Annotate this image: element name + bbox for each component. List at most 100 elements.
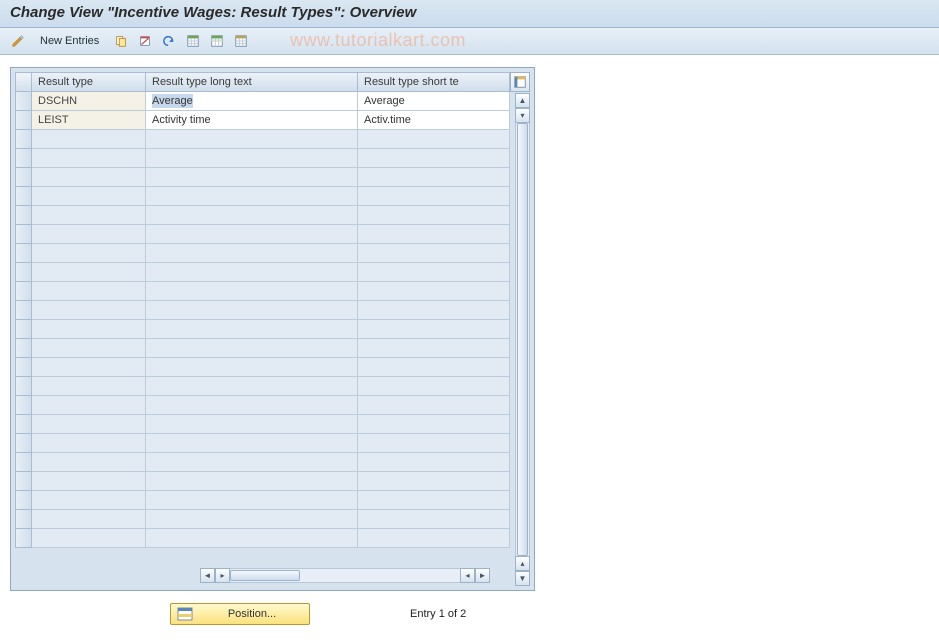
undo-icon[interactable]	[159, 31, 179, 51]
cell-empty[interactable]	[146, 320, 358, 339]
cell-empty[interactable]	[358, 187, 510, 206]
hscroll-thumb[interactable]	[230, 570, 300, 581]
vscroll-up-icon[interactable]: ▲	[515, 93, 530, 108]
row-selector[interactable]	[15, 415, 32, 434]
row-selector[interactable]	[15, 472, 32, 491]
cell-empty[interactable]	[358, 491, 510, 510]
select-block-icon[interactable]	[207, 31, 227, 51]
row-selector-header[interactable]	[15, 72, 32, 92]
column-header-short-text[interactable]: Result type short te	[358, 72, 510, 92]
column-header-result-type[interactable]: Result type	[32, 72, 146, 92]
cell-empty[interactable]	[146, 168, 358, 187]
cell-empty[interactable]	[146, 377, 358, 396]
row-selector[interactable]	[15, 206, 32, 225]
cell-empty[interactable]	[358, 225, 510, 244]
cell-long[interactable]: Activity time	[146, 111, 358, 130]
cell-empty[interactable]	[358, 377, 510, 396]
select-all-icon[interactable]	[183, 31, 203, 51]
cell-empty[interactable]	[146, 282, 358, 301]
cell-empty[interactable]	[146, 510, 358, 529]
cell-empty[interactable]	[358, 168, 510, 187]
deselect-all-icon[interactable]	[231, 31, 251, 51]
new-entries-button[interactable]: New Entries	[32, 31, 107, 51]
cell-empty[interactable]	[32, 244, 146, 263]
row-selector[interactable]	[15, 529, 32, 548]
cell-empty[interactable]	[146, 187, 358, 206]
row-selector[interactable]	[15, 92, 32, 111]
vscroll-pgup-icon[interactable]: ▾	[515, 108, 530, 123]
row-selector[interactable]	[15, 149, 32, 168]
cell-empty[interactable]	[32, 377, 146, 396]
cell-empty[interactable]	[32, 472, 146, 491]
cell-empty[interactable]	[32, 320, 146, 339]
hscroll-page-right-icon[interactable]: ◂	[460, 568, 475, 583]
delete-icon[interactable]	[135, 31, 155, 51]
cell-empty[interactable]	[32, 434, 146, 453]
hscroll-track[interactable]	[230, 568, 460, 583]
row-selector[interactable]	[15, 263, 32, 282]
cell-empty[interactable]	[358, 149, 510, 168]
column-header-long-text[interactable]: Result type long text	[146, 72, 358, 92]
row-selector[interactable]	[15, 111, 32, 130]
cell-empty[interactable]	[146, 206, 358, 225]
row-selector[interactable]	[15, 434, 32, 453]
cell-empty[interactable]	[146, 263, 358, 282]
cell-empty[interactable]	[32, 396, 146, 415]
cell-empty[interactable]	[32, 301, 146, 320]
copy-as-icon[interactable]	[111, 31, 131, 51]
cell-empty[interactable]	[358, 396, 510, 415]
row-selector[interactable]	[15, 339, 32, 358]
cell-empty[interactable]	[358, 206, 510, 225]
cell-empty[interactable]	[146, 453, 358, 472]
vscroll-pgdn-icon[interactable]: ▴	[515, 556, 530, 571]
cell-empty[interactable]	[32, 510, 146, 529]
row-selector[interactable]	[15, 358, 32, 377]
cell-empty[interactable]	[358, 339, 510, 358]
table-settings-button[interactable]	[510, 72, 530, 92]
cell-long[interactable]: Average	[146, 92, 358, 111]
cell-empty[interactable]	[358, 358, 510, 377]
hscroll-page-left-icon[interactable]: ▸	[215, 568, 230, 583]
vscroll-track[interactable]	[515, 123, 530, 556]
cell-empty[interactable]	[32, 225, 146, 244]
row-selector[interactable]	[15, 491, 32, 510]
cell-empty[interactable]	[358, 263, 510, 282]
cell-empty[interactable]	[146, 225, 358, 244]
cell-empty[interactable]	[358, 510, 510, 529]
cell-empty[interactable]	[358, 320, 510, 339]
cell-empty[interactable]	[146, 491, 358, 510]
cell-empty[interactable]	[358, 529, 510, 548]
cell-empty[interactable]	[32, 263, 146, 282]
cell-empty[interactable]	[146, 301, 358, 320]
cell-short[interactable]: Activ.time	[358, 111, 510, 130]
cell-empty[interactable]	[32, 282, 146, 301]
cell-empty[interactable]	[146, 358, 358, 377]
cell-empty[interactable]	[32, 415, 146, 434]
cell-empty[interactable]	[358, 244, 510, 263]
cell-empty[interactable]	[146, 434, 358, 453]
cell-empty[interactable]	[32, 187, 146, 206]
cell-empty[interactable]	[146, 339, 358, 358]
cell-empty[interactable]	[32, 358, 146, 377]
row-selector[interactable]	[15, 377, 32, 396]
row-selector[interactable]	[15, 168, 32, 187]
cell-empty[interactable]	[32, 491, 146, 510]
position-button[interactable]: Position...	[170, 603, 310, 625]
row-selector[interactable]	[15, 453, 32, 472]
cell-empty[interactable]	[32, 149, 146, 168]
cell-empty[interactable]	[146, 472, 358, 491]
cell-empty[interactable]	[146, 415, 358, 434]
row-selector[interactable]	[15, 130, 32, 149]
cell-empty[interactable]	[358, 415, 510, 434]
cell-empty[interactable]	[358, 282, 510, 301]
cell-empty[interactable]	[146, 396, 358, 415]
row-selector[interactable]	[15, 187, 32, 206]
cell-empty[interactable]	[358, 472, 510, 491]
cell-empty[interactable]	[146, 130, 358, 149]
cell-code[interactable]: LEIST	[32, 111, 146, 130]
cell-empty[interactable]	[358, 130, 510, 149]
cell-empty[interactable]	[146, 529, 358, 548]
cell-code[interactable]: DSCHN	[32, 92, 146, 111]
cell-empty[interactable]	[32, 168, 146, 187]
cell-empty[interactable]	[32, 339, 146, 358]
